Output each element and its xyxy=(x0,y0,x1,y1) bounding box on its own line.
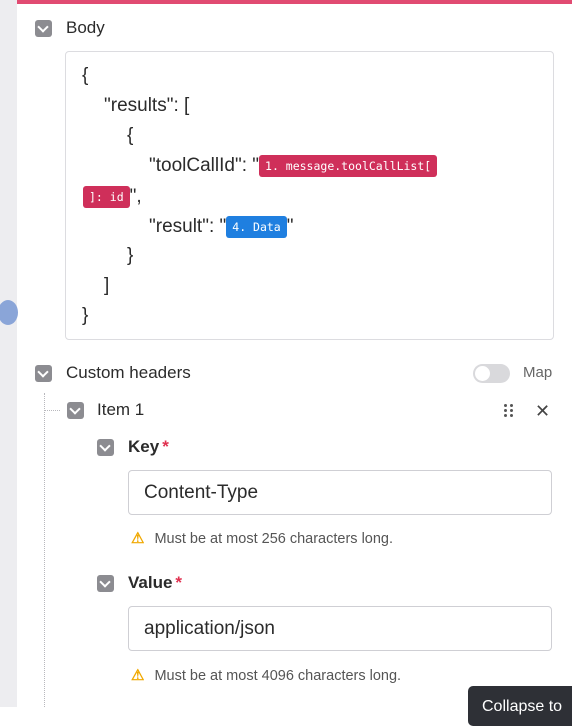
code-line: "results": [ xyxy=(104,95,190,116)
map-toggle[interactable] xyxy=(473,364,510,383)
drag-handle-icon[interactable] xyxy=(503,403,515,419)
code-line-toolcallid-cont: ]: id ", xyxy=(83,186,142,208)
result-mapping-pill[interactable]: 4. Data xyxy=(226,216,287,238)
code-line-toolcallid: "toolCallId": " 1. message.toolCallList[ xyxy=(149,155,438,177)
body-label: Body xyxy=(66,18,105,37)
code-line: ] xyxy=(104,275,110,296)
toolcallid-mapping-pill[interactable]: 1. message.toolCallList[ xyxy=(259,155,438,177)
key-input[interactable] xyxy=(128,470,552,515)
value-label: Value * xyxy=(128,573,182,593)
required-mark: * xyxy=(162,437,169,456)
code-line: } xyxy=(82,305,89,326)
item-1-label: Item 1 xyxy=(97,400,145,419)
value-checkbox[interactable] xyxy=(97,575,114,592)
result-end: " xyxy=(286,216,294,238)
custom-headers-label: Custom headers xyxy=(66,363,191,382)
toolcallid-mapping-pill-cont[interactable]: ]: id xyxy=(83,186,130,208)
code-line: { xyxy=(82,65,89,86)
value-warning: ⚠ Must be at most 4096 characters long. xyxy=(131,666,401,684)
value-input[interactable] xyxy=(128,606,552,651)
code-line: { xyxy=(127,125,134,146)
toolcallid-key: "toolCallId": " xyxy=(149,155,260,177)
body-checkbox[interactable] xyxy=(35,20,52,37)
map-label: Map xyxy=(523,364,553,381)
tree-guide-line xyxy=(44,393,45,707)
key-warning: ⚠ Must be at most 256 characters long. xyxy=(131,529,393,547)
key-checkbox[interactable] xyxy=(97,439,114,456)
body-code-editor[interactable]: { "results": [ { "toolCallId": " 1. messa… xyxy=(65,51,554,340)
custom-headers-checkbox[interactable] xyxy=(35,365,52,382)
code-line: } xyxy=(127,245,134,266)
result-key: "result": " xyxy=(149,216,227,238)
top-accent-bar xyxy=(17,0,572,4)
collapse-tooltip: Collapse to xyxy=(468,686,572,726)
left-panel-edge xyxy=(0,0,17,707)
toolcallid-end: ", xyxy=(129,186,142,208)
warning-icon: ⚠ xyxy=(131,667,145,684)
value-warning-text: Must be at most 4096 characters long. xyxy=(154,668,402,684)
code-line-result: "result": " 4. Data " xyxy=(149,216,293,238)
key-label: Key * xyxy=(128,437,169,457)
key-warning-text: Must be at most 256 characters long. xyxy=(154,531,394,547)
item-1-checkbox[interactable] xyxy=(67,402,84,419)
tree-guide-branch xyxy=(44,410,60,411)
key-label-text: Key xyxy=(128,437,160,456)
close-icon[interactable]: ✕ xyxy=(535,401,550,422)
required-mark: * xyxy=(175,573,183,592)
value-label-text: Value xyxy=(128,573,173,592)
warning-icon: ⚠ xyxy=(131,530,145,547)
